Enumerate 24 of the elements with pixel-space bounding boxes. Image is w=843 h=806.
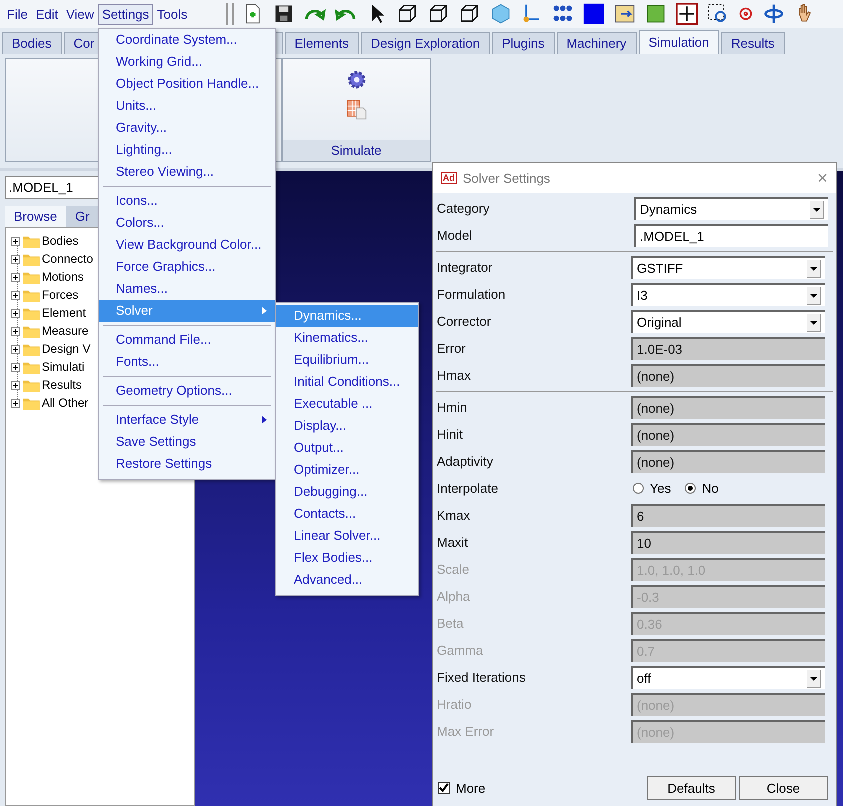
field-label: Kmax bbox=[437, 508, 470, 523]
field-label: Adaptivity bbox=[437, 454, 494, 469]
field-label: Gamma bbox=[437, 643, 484, 658]
group-label: Simulate bbox=[283, 140, 430, 161]
field-label: Hmin bbox=[437, 400, 468, 415]
field-label: Maxit bbox=[437, 535, 468, 550]
field-label: Category bbox=[437, 201, 490, 216]
field-label: Corrector bbox=[437, 314, 492, 329]
field-label: Scale bbox=[437, 562, 470, 577]
field-label: Fixed Iterations bbox=[437, 670, 526, 685]
field-label: Error bbox=[437, 341, 466, 356]
field-label: Model bbox=[437, 228, 472, 243]
field-label: Beta bbox=[437, 616, 464, 631]
app-badge: Ad bbox=[441, 172, 457, 184]
field-label: Hinit bbox=[437, 427, 464, 442]
field-label: Max Error bbox=[437, 724, 494, 739]
dialog-title: Solver Settings bbox=[463, 170, 552, 186]
checkbox-label: More bbox=[456, 780, 486, 796]
field-label: Hmax bbox=[437, 368, 471, 383]
field-label: Alpha bbox=[437, 589, 470, 604]
field-label: Hratio bbox=[437, 697, 472, 712]
field-label: Interpolate bbox=[437, 481, 498, 496]
field-label: Formulation bbox=[437, 287, 506, 302]
field-label: Integrator bbox=[437, 260, 493, 275]
